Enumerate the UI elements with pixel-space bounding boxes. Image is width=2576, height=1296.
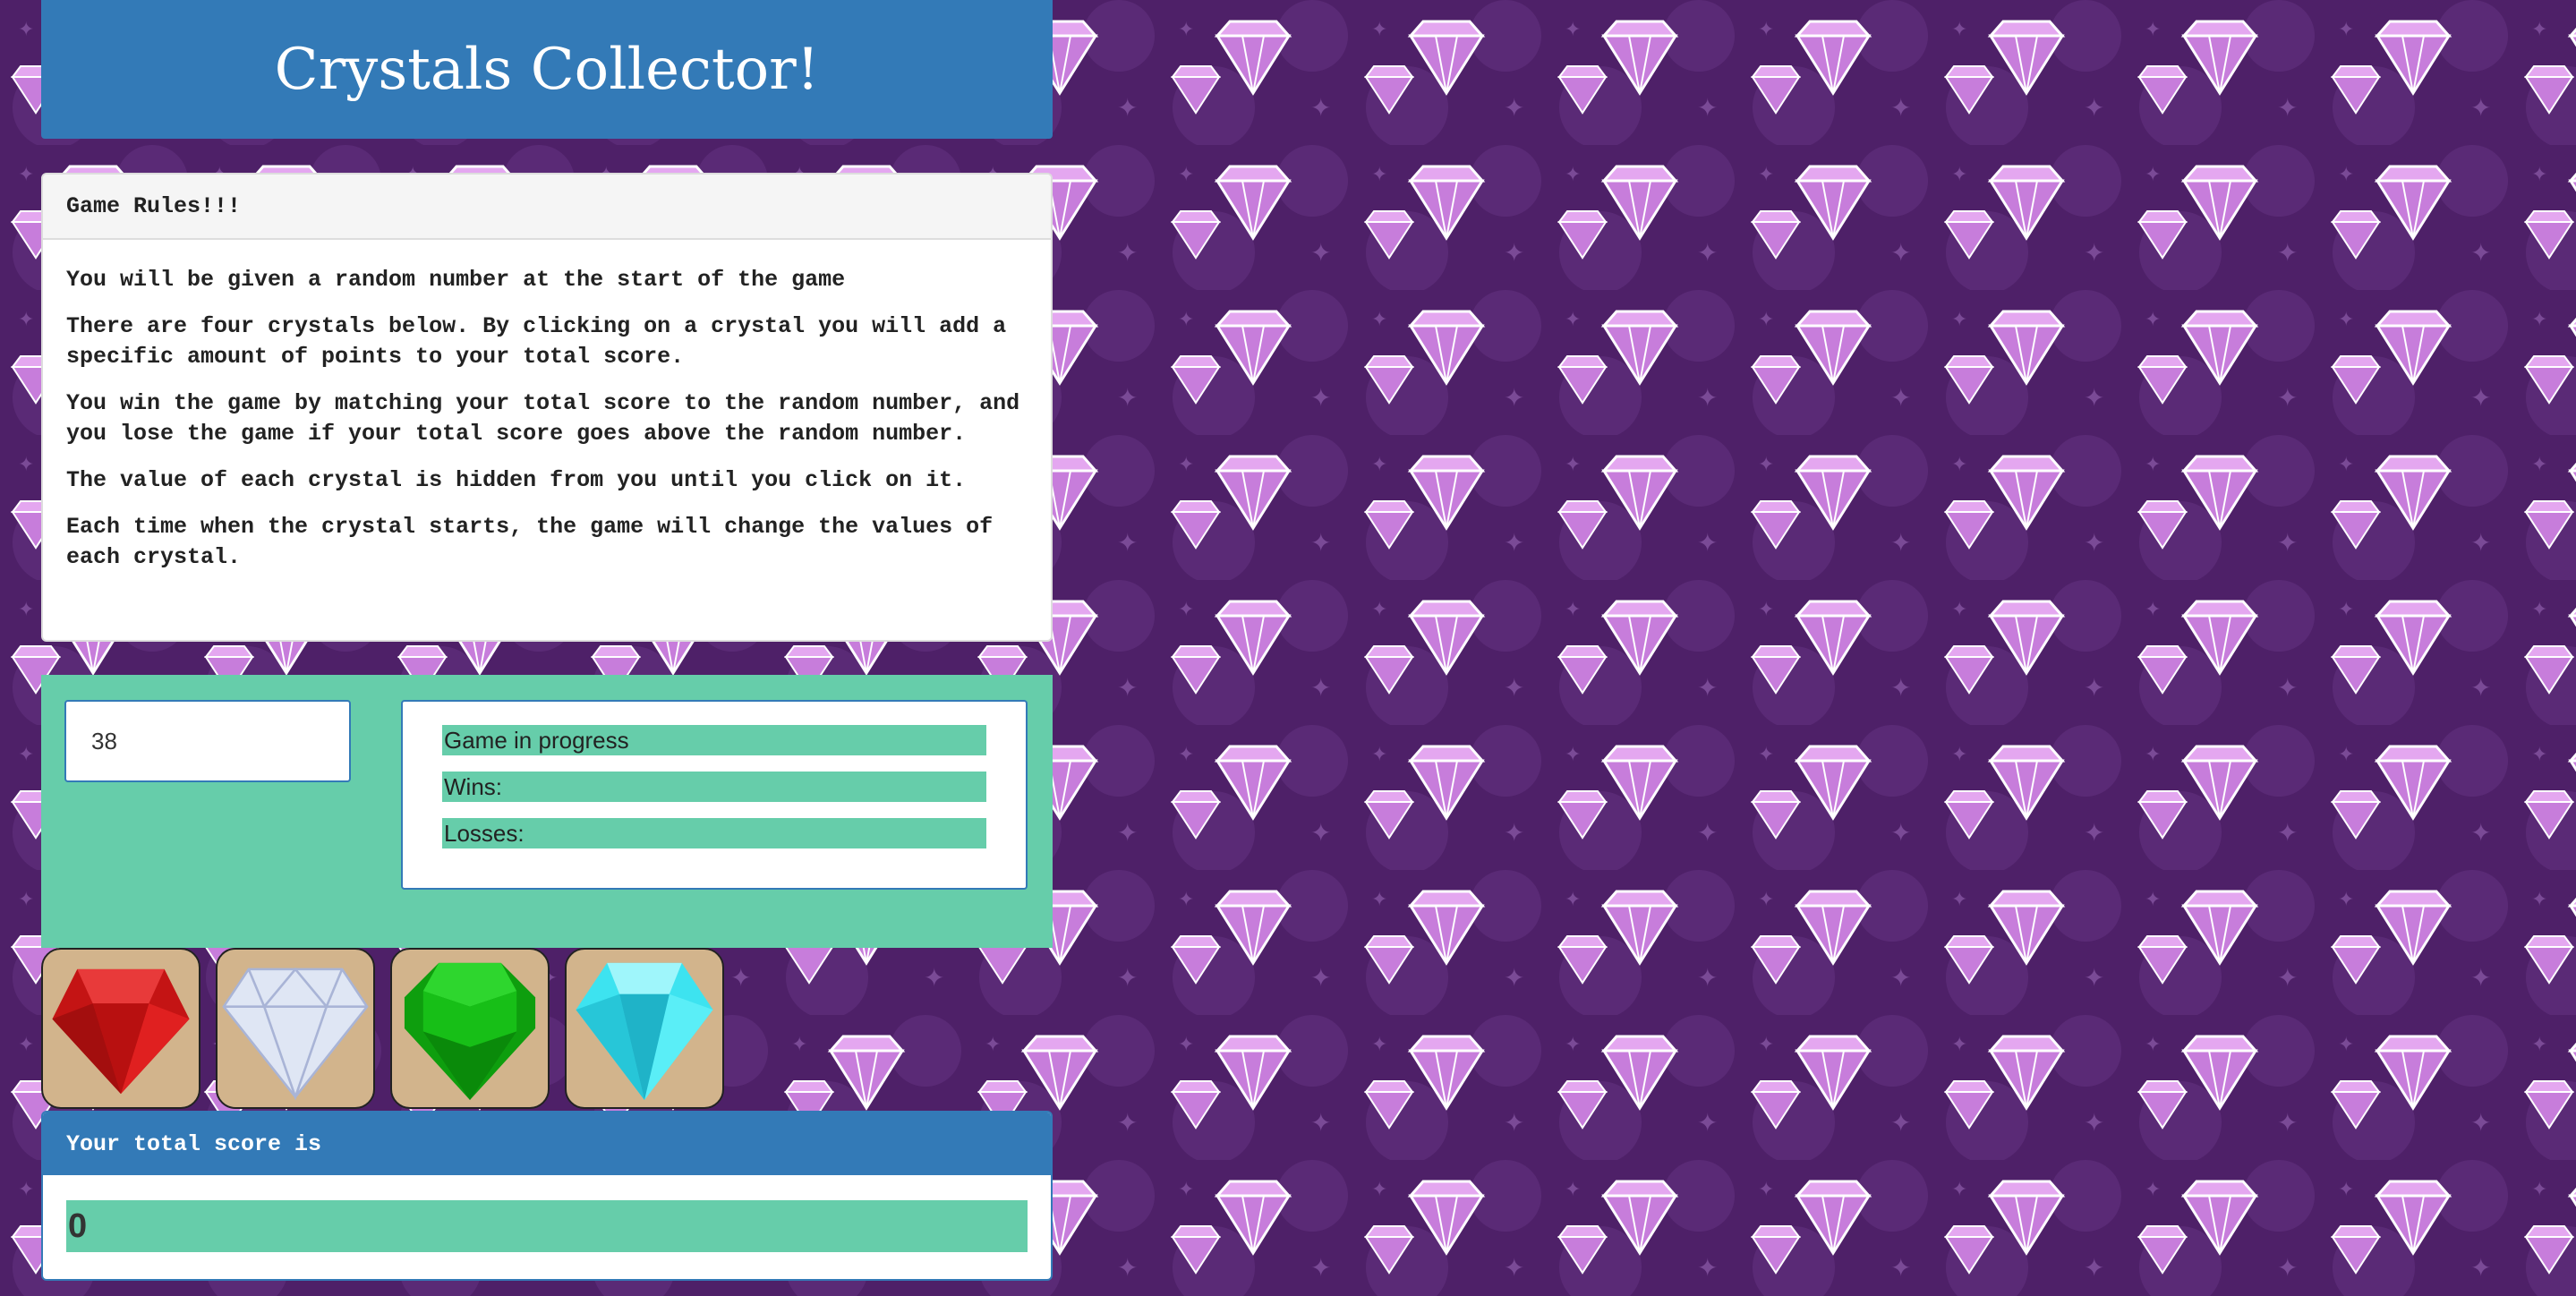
game-status: Game in progress: [442, 725, 986, 755]
score-heading: Your total score is: [43, 1113, 1051, 1175]
rules-body: You will be given a random number at the…: [43, 240, 1051, 573]
losses-counter: Losses:: [442, 818, 986, 848]
header: Crystals Collector!: [41, 0, 1053, 139]
rules-panel: Game Rules!!! You will be given a random…: [41, 173, 1053, 642]
white-crystal-button[interactable]: [216, 948, 375, 1109]
rule-item: You win the game by matching your total …: [66, 390, 1020, 447]
crystal-row: [41, 948, 1053, 1109]
green-crystal-icon: [404, 962, 536, 1101]
green-crystal-button[interactable]: [390, 948, 550, 1109]
page-title: Crystals Collector!: [274, 36, 820, 103]
rule-item: There are four crystals below. By clicki…: [66, 313, 1007, 370]
red-crystal-button[interactable]: [41, 948, 200, 1109]
rule-item: You will be given a random number at the…: [66, 267, 846, 293]
rules-heading: Game Rules!!!: [43, 175, 1051, 240]
wins-counter: Wins:: [442, 772, 986, 802]
score-panel: Your total score is 0: [41, 1111, 1053, 1281]
rule-item: The value of each crystal is hidden from…: [66, 467, 967, 493]
blue-crystal-icon: [576, 962, 713, 1101]
game-column: Crystals Collector! Game Rules!!! You wi…: [41, 0, 1053, 1281]
white-crystal-icon: [222, 967, 369, 1101]
status-box: Game in progress Wins: Losses:: [401, 700, 1028, 890]
blue-crystal-button[interactable]: [565, 948, 724, 1109]
red-crystal-icon: [52, 968, 190, 1095]
game-panel: 38 Game in progress Wins: Losses:: [41, 675, 1053, 948]
total-score: 0: [66, 1200, 1028, 1252]
rule-item: Each time when the crystal starts, the g…: [66, 514, 994, 570]
random-number-display: 38: [64, 700, 351, 782]
